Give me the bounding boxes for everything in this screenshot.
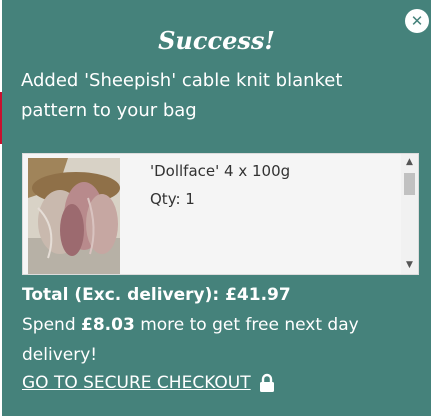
lock-icon [259,373,274,392]
checkout-label: GO TO SECURE CHECKOUT [22,373,251,393]
success-message: Added 'Sheepish' cable knit blanket patt… [21,70,343,121]
spend-prefix: Spend [22,315,76,335]
free-delivery-message: Spend £8.03 more to get free next day de… [22,310,402,370]
order-total: Total (Exc. delivery): £41.97 [22,282,291,308]
total-label: Total (Exc. delivery): [22,285,220,305]
secure-checkout-link[interactable]: GO TO SECURE CHECKOUT [22,370,275,396]
popup-title: Success! [158,26,275,55]
item-quantity: Qty: 1 [150,190,195,208]
item-name: 'Dollface' 4 x 100g [150,162,291,180]
scrollbar-thumb[interactable] [404,173,415,195]
product-thumbnail[interactable] [28,158,120,274]
add-to-bag-popup: ✕ Success! Added 'Sheepish' cable knit b… [2,0,431,416]
scroll-down-arrow-icon[interactable]: ▼ [401,257,418,274]
bag-items-list[interactable]: 'Dollface' 4 x 100g Qty: 1 ▲ ▼ [22,153,419,275]
scroll-up-arrow-icon[interactable]: ▲ [401,154,418,171]
total-value: £41.97 [225,285,291,305]
list-scrollbar[interactable]: ▲ ▼ [401,154,418,274]
spend-amount: £8.03 [81,315,135,335]
